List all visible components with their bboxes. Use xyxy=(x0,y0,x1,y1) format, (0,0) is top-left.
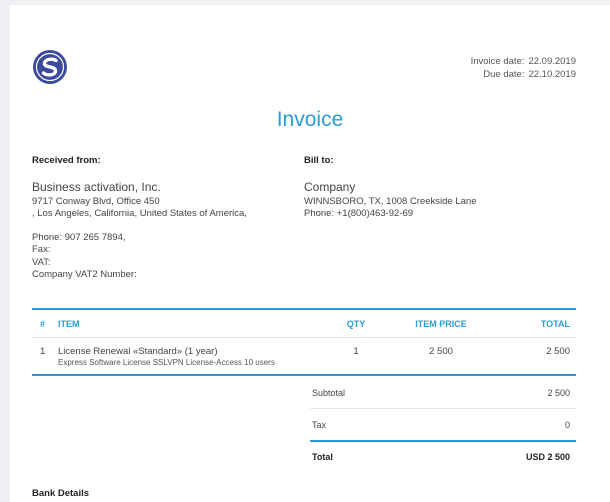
row-qty: 1 xyxy=(353,346,359,357)
sender-phone: Phone: 907 265 7894, xyxy=(32,231,126,243)
sender-address-line1: 9717 Conway Blvd, Office 450 xyxy=(32,195,160,207)
header-number: # xyxy=(40,318,46,329)
subtotal-label: Subtotal xyxy=(312,388,346,398)
due-date: Due date: 22.10.2019 xyxy=(471,68,576,81)
items-table: # ITEM QTY ITEM PRICE TOTAL 1 License Re… xyxy=(32,308,576,376)
tax-value: 0 xyxy=(564,419,570,430)
total-value: USD 2 500 xyxy=(525,451,570,462)
sender-name: Business activation, Inc. xyxy=(32,179,161,194)
tax-label: Tax xyxy=(312,419,327,430)
bill-to-block: Bill to: Company WINNSBORO, TX, 1008 Cre… xyxy=(304,155,584,221)
row-price: 2 500 xyxy=(429,346,453,357)
received-from-heading: Received from: xyxy=(32,155,101,166)
tax-row: Tax 0 xyxy=(310,409,576,440)
items-table-header: # ITEM QTY ITEM PRICE TOTAL xyxy=(32,310,576,338)
subtotal-value: 2 500 xyxy=(547,388,570,398)
row-item-name: License Renewal «Standard» (1 year) xyxy=(58,346,218,357)
sender-address-line2: , Los Angeles, California, United States… xyxy=(32,208,247,219)
sender-vat: VAT: xyxy=(32,256,51,268)
bill-to-heading: Bill to: xyxy=(304,155,334,166)
header-total: TOTAL xyxy=(540,318,570,329)
sender-vat2: Company VAT2 Number: xyxy=(32,269,137,280)
invoice-date-value: 22.09.2019 xyxy=(528,56,576,67)
recipient-name: Company xyxy=(304,179,356,194)
received-from-block: Received from: Business activation, Inc.… xyxy=(32,155,312,282)
invoice-date-label: Invoice date: xyxy=(470,56,525,67)
header-item-price: ITEM PRICE xyxy=(415,318,467,329)
invoice-dates: Invoice date: 22.09.2019 Due date: 22.10.2… xyxy=(471,55,576,81)
table-row: 1 License Renewal «Standard» (1 year) Ex… xyxy=(32,338,576,376)
row-number: 1 xyxy=(40,346,46,357)
s-logo-icon xyxy=(32,49,68,85)
invoice-document: Invoice date: 22.09.2019 Due date: 22.10.2… xyxy=(10,5,610,502)
total-label: Total xyxy=(312,451,333,462)
bank-details-heading: Bank Details xyxy=(32,488,90,499)
row-item: License Renewal «Standard» (1 year) Expr… xyxy=(58,346,326,367)
due-date-label: Due date: xyxy=(483,69,525,80)
header-qty: QTY xyxy=(346,318,366,329)
recipient-address: WINNSBORO, TX, 1008 Creekside Lane xyxy=(304,195,477,207)
row-total: 2 500 xyxy=(546,346,570,357)
row-item-description: Express Software License SSLVPN License-… xyxy=(58,358,275,367)
due-date-value: 22.10.2019 xyxy=(528,69,576,80)
header-item: ITEM xyxy=(58,318,80,329)
subtotal-row: Subtotal 2 500 xyxy=(310,378,576,409)
invoice-title: Invoice xyxy=(276,108,344,131)
invoice-date: Invoice date: 22.09.2019 xyxy=(471,55,576,68)
sender-fax: Fax: xyxy=(32,244,51,255)
total-row: Total USD 2 500 xyxy=(310,440,576,471)
recipient-phone: Phone: +1(800)463-92-69 xyxy=(304,208,414,219)
summary-block: Subtotal 2 500 Tax 0 Total USD 2 500 xyxy=(310,378,576,471)
